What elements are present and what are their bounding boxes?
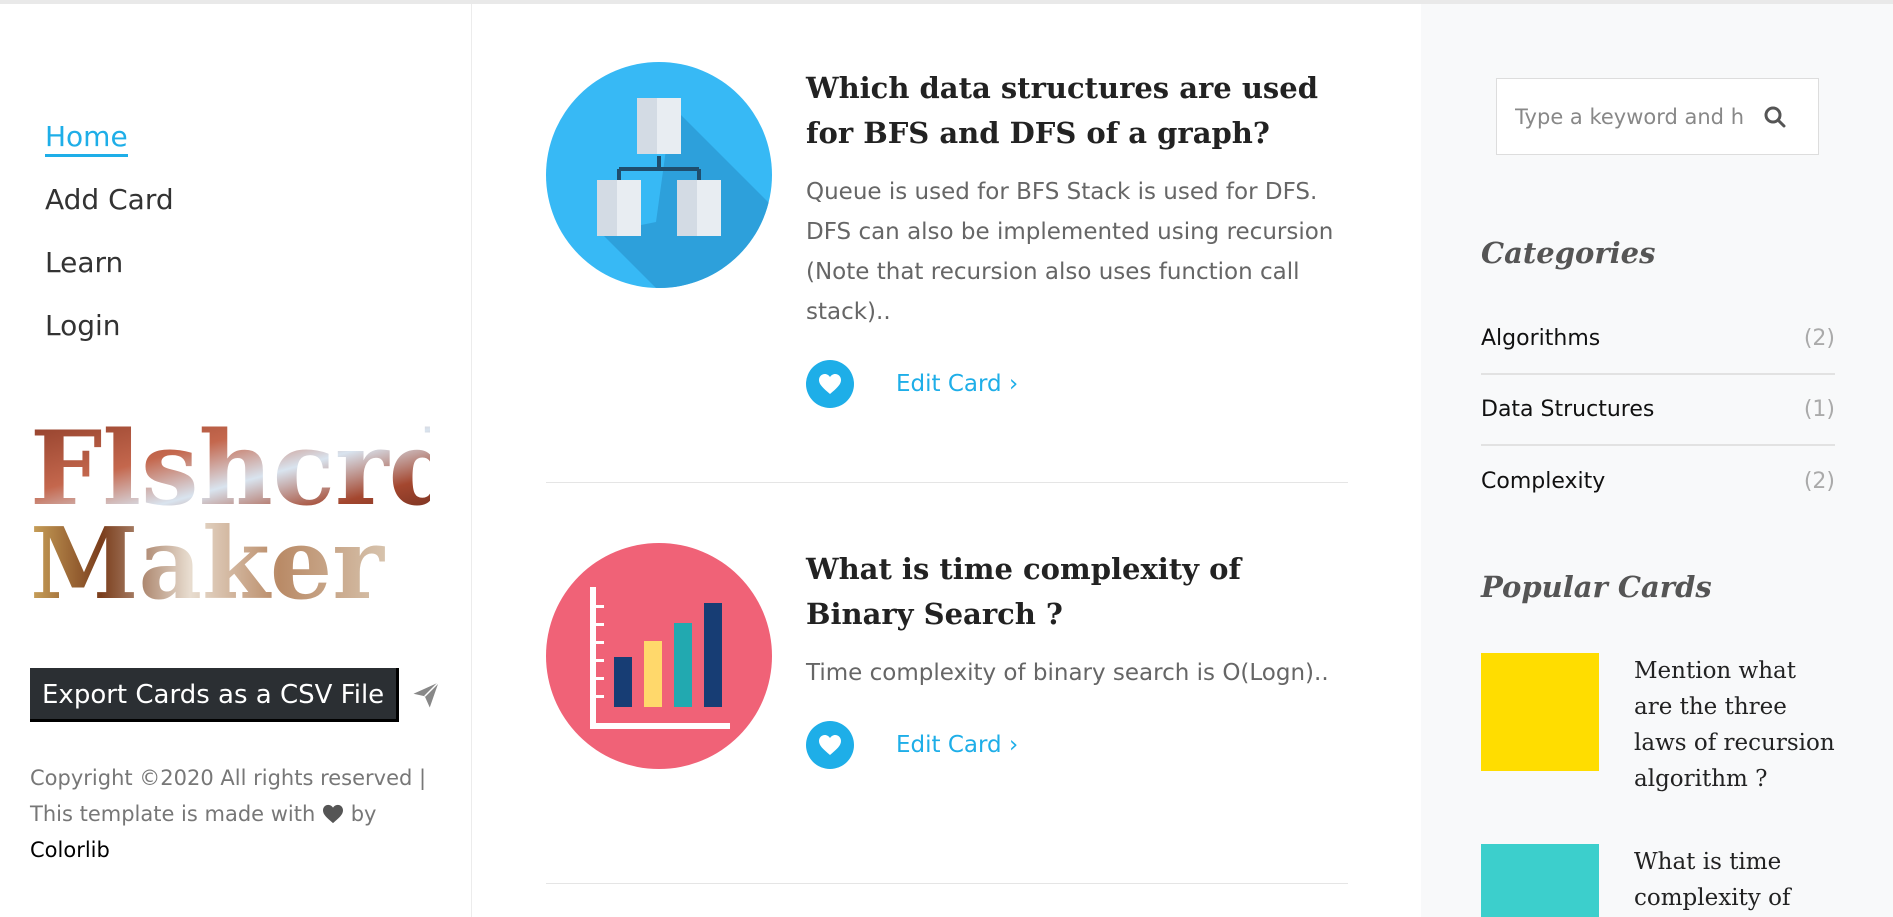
heart-icon — [323, 804, 344, 824]
card-body: Which data structures are used for BFS a… — [806, 66, 1346, 408]
site-logo[interactable]: Flshcrd Maker — [30, 409, 460, 622]
nav-item-learn[interactable]: Learn — [45, 246, 174, 309]
like-button[interactable] — [806, 721, 854, 769]
card-excerpt: Time complexity of binary search is O(Lo… — [806, 660, 1329, 686]
heart-icon — [819, 735, 841, 755]
card-feed: Which data structures are used for BFS a… — [473, 4, 1420, 917]
card-title[interactable]: What is time complexity of Binary Search… — [806, 547, 1346, 637]
search-input[interactable] — [1515, 104, 1745, 129]
category-count: (2) — [1803, 326, 1835, 351]
right-sidebar: Categories Algorithms(2) Data Structures… — [1421, 4, 1893, 917]
edit-card-link[interactable]: Edit Card › — [896, 371, 1018, 397]
like-button[interactable] — [806, 360, 854, 408]
nav-item-home[interactable]: Home — [45, 120, 174, 183]
card-divider — [546, 482, 1348, 483]
popular-card-title[interactable]: Mention what are the three laws of recur… — [1634, 653, 1839, 797]
search-box — [1496, 78, 1819, 155]
card-excerpt: Queue is used for BFS Stack is used for … — [806, 179, 1334, 325]
search-icon[interactable] — [1763, 105, 1787, 129]
popular-card-thumbnail[interactable] — [1481, 844, 1599, 917]
edit-card-link[interactable]: Edit Card › — [896, 732, 1018, 758]
left-sidebar: Home Add Card Learn Login Flshcrd Maker … — [0, 4, 472, 917]
card-actions: Edit Card › — [806, 721, 1346, 769]
popular-cards-heading: Popular Cards — [1481, 570, 1712, 604]
card-body: What is time complexity of Binary Search… — [806, 547, 1346, 769]
main-nav: Home Add Card Learn Login — [45, 120, 174, 372]
export-row: Export Cards as a CSV File — [30, 668, 441, 722]
nav-item-add-card[interactable]: Add Card — [45, 183, 174, 246]
chevron-right-icon: › — [1008, 732, 1019, 758]
category-item-data-structures[interactable]: Data Structures (1) — [1481, 375, 1835, 446]
bar-chart-icon[interactable] — [546, 543, 772, 769]
chevron-right-icon: › — [1008, 371, 1019, 397]
logo-line-2: Maker — [30, 507, 385, 608]
paper-plane-icon[interactable] — [411, 680, 441, 710]
nav-item-login[interactable]: Login — [45, 309, 174, 372]
colorlib-link[interactable]: Colorlib — [30, 838, 110, 862]
export-csv-button[interactable]: Export Cards as a CSV File — [30, 668, 400, 722]
category-item-algorithms[interactable]: Algorithms (2) — [1481, 304, 1835, 375]
category-count: (1) — [1803, 397, 1835, 422]
heart-icon — [819, 374, 841, 394]
by-text: by — [350, 802, 377, 826]
hierarchy-icon[interactable] — [546, 62, 772, 288]
category-count: (2) — [1803, 469, 1835, 494]
copyright: Copyright ©2020 All rights reserved | Th… — [30, 760, 430, 868]
popular-card-title[interactable]: What is time complexity of — [1634, 844, 1839, 916]
card-actions: Edit Card › — [806, 360, 1346, 408]
card-title[interactable]: Which data structures are used for BFS a… — [806, 66, 1346, 156]
card-divider — [546, 883, 1348, 884]
popular-card-thumbnail[interactable] — [1481, 653, 1599, 771]
categories-heading: Categories — [1481, 236, 1656, 270]
category-list: Algorithms (2) Data Structures (1) Complex… — [1481, 304, 1835, 517]
category-item-complexity[interactable]: Complexity (2) — [1481, 446, 1835, 517]
